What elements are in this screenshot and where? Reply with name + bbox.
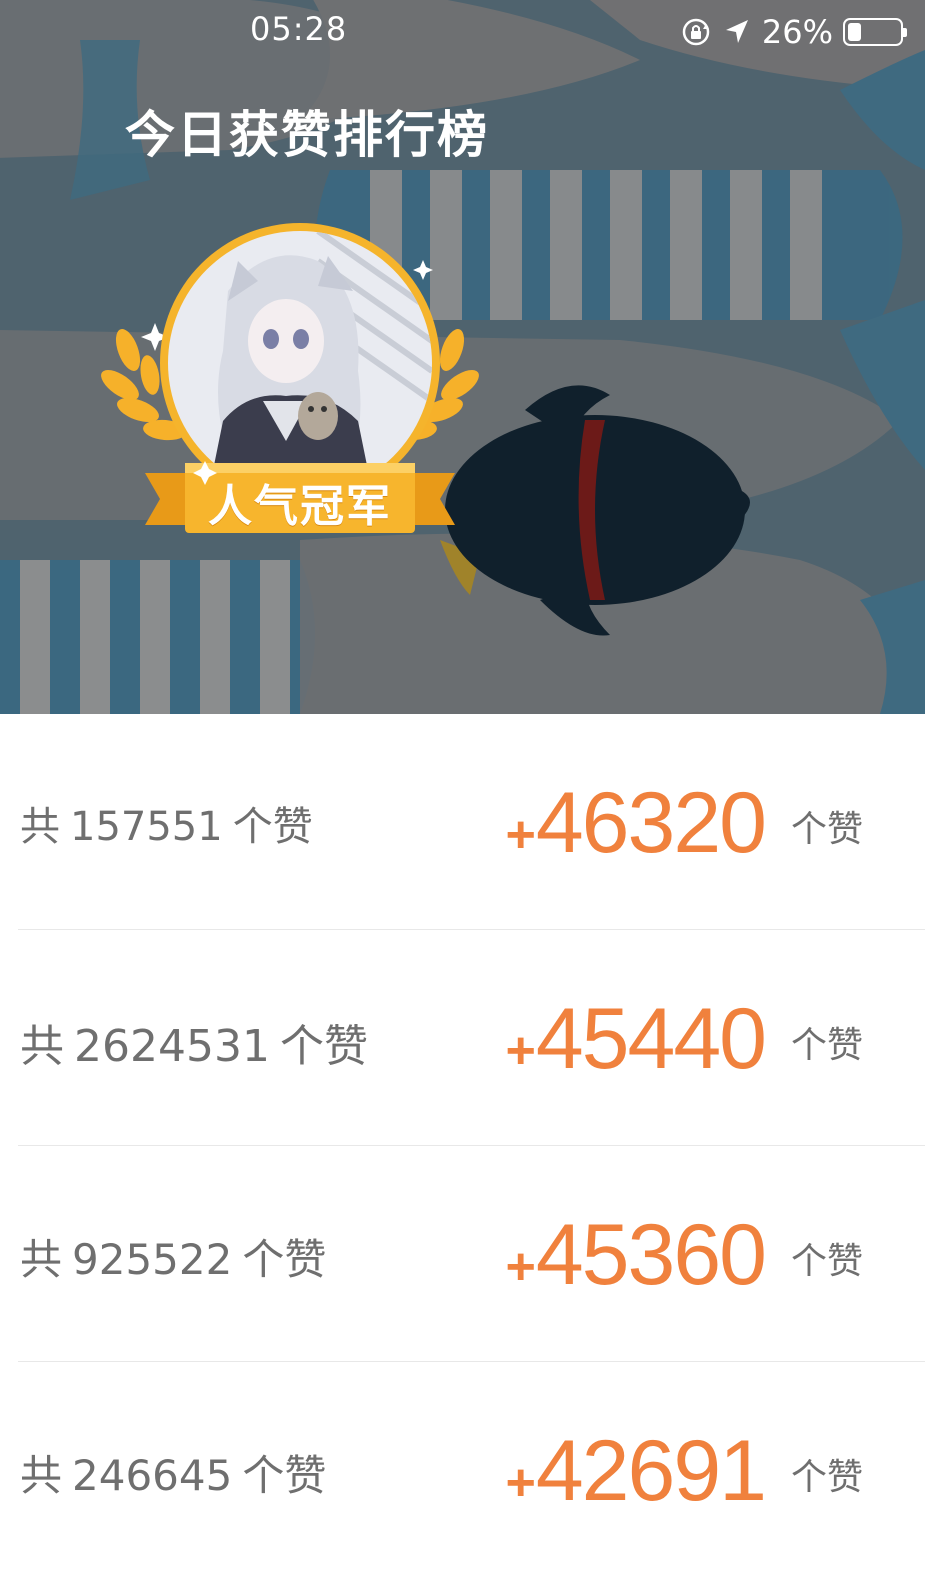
- total-unit: 个赞: [232, 804, 313, 850]
- total-likes: 共 157551 个赞: [20, 794, 313, 852]
- total-unit: 个赞: [242, 1451, 327, 1500]
- like-ranking-screen: 05:28 26% 今日获赞排行榜 人气冠军 共 157551 个赞 + 463…: [0, 0, 925, 1586]
- daily-likes-gain: +45360: [505, 1206, 767, 1305]
- ranking-row[interactable]: 共 2624531 个赞 +45440 个赞: [0, 930, 925, 1146]
- gain-plus-sign: +: [505, 1022, 536, 1080]
- ranking-row[interactable]: 共 246645 个赞 +42691 个赞: [0, 1362, 925, 1578]
- ranking-row[interactable]: 共 925522 个赞 +45360 个赞: [0, 1146, 925, 1362]
- champion-badge-label: 人气冠军: [208, 481, 392, 532]
- orientation-lock-icon: [682, 18, 710, 46]
- total-likes: 共 2624531 个赞: [20, 1010, 368, 1074]
- gain-plus-sign: +: [505, 1454, 536, 1512]
- status-time: 05:28: [250, 10, 348, 48]
- battery-percent: 26%: [761, 13, 833, 51]
- gain-unit: 个赞: [790, 1025, 863, 1066]
- ranking-row[interactable]: 共 157551 个赞 +46320 个赞: [0, 714, 925, 930]
- total-prefix: 共: [20, 1451, 63, 1500]
- total-likes-value: 157551: [70, 804, 223, 850]
- battery-icon: [843, 18, 907, 46]
- gain-value: 45440: [535, 991, 767, 1087]
- total-likes-value: 2624531: [74, 1021, 270, 1072]
- gain-unit: 个赞: [790, 1241, 863, 1282]
- gain-value: 42691: [535, 1423, 767, 1519]
- total-likes: 共 246645 个赞: [20, 1442, 326, 1503]
- gain-unit: 个赞: [790, 1457, 863, 1498]
- total-likes-value: 246645: [72, 1451, 233, 1500]
- daily-likes-gain: +45440: [505, 990, 767, 1089]
- gain-plus-sign: +: [505, 806, 536, 864]
- daily-likes-gain: +42691: [505, 1422, 767, 1521]
- page-title: 今日获赞排行榜: [125, 106, 489, 164]
- total-prefix: 共: [20, 1235, 63, 1284]
- ranking-banner: 05:28 26% 今日获赞排行榜 人气冠军: [0, 0, 925, 714]
- total-prefix: 共: [20, 804, 60, 850]
- gain-unit: 个赞: [790, 809, 863, 850]
- status-bar: 05:28 26%: [0, 0, 925, 62]
- ranking-list: 共 157551 个赞 +46320 个赞 共 2624531 个赞 +45440 个赞…: [0, 714, 925, 1578]
- gain-plus-sign: +: [505, 1238, 536, 1296]
- total-likes-value: 925522: [72, 1235, 233, 1284]
- status-indicators: 26%: [680, 12, 907, 52]
- daily-likes-gain: +46320: [505, 774, 767, 873]
- location-arrow-icon: [725, 20, 748, 43]
- gain-value: 46320: [535, 775, 767, 871]
- champion-card[interactable]: 人气冠军: [100, 215, 480, 555]
- total-prefix: 共: [20, 1021, 64, 1072]
- battery-level-fill: [848, 23, 861, 41]
- total-unit: 个赞: [242, 1235, 327, 1284]
- gain-value: 45360: [535, 1207, 767, 1303]
- total-likes: 共 925522 个赞: [20, 1226, 326, 1287]
- total-unit: 个赞: [279, 1021, 368, 1072]
